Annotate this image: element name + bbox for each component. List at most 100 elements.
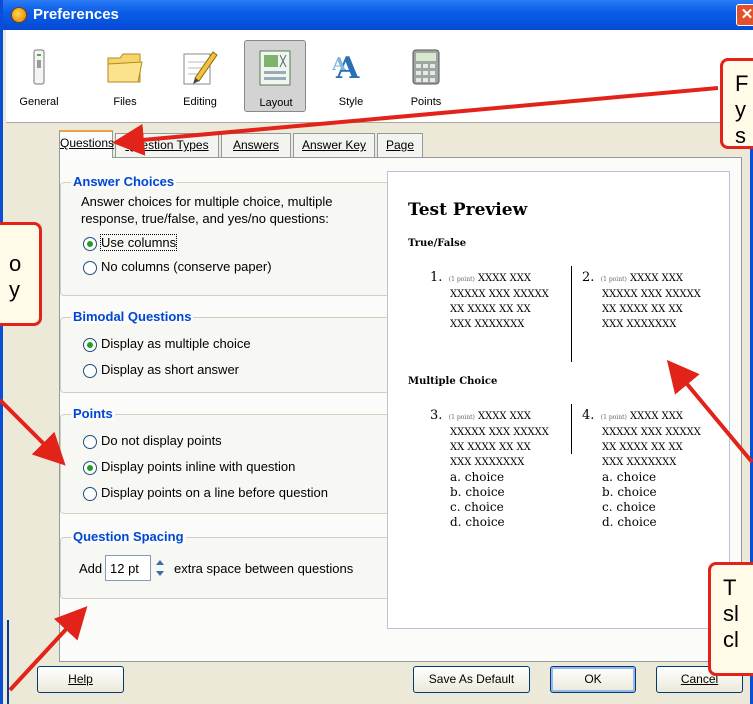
choice-letter: d. (450, 515, 462, 529)
spacing-spinner[interactable] (152, 555, 168, 581)
preview-title: Test Preview (408, 200, 528, 220)
question-points: (1 point) (448, 414, 475, 421)
radio-dot (83, 261, 97, 275)
app-icon (11, 7, 27, 23)
radio-label: Display as short answer (101, 362, 239, 377)
question-number: 1. (430, 270, 443, 285)
toolbar-label: Style (338, 96, 364, 108)
points-title: Points (71, 406, 115, 421)
question-text: XXXXX XXX XXXXX (450, 427, 549, 438)
question-text: XXX XXXXXXX (450, 457, 525, 468)
choice-letter: b. (450, 485, 462, 499)
style-icon: AA (332, 51, 360, 86)
question-spacing-group: Question Spacing Add extra space between… (60, 529, 390, 599)
question-text: XX XXXX XX XX (450, 442, 531, 453)
calculator-icon (412, 49, 440, 85)
spinner-arrows-icon (156, 560, 164, 576)
tab-answer-key[interactable]: Answer Key (293, 133, 375, 157)
choice-letter: c. (450, 500, 461, 514)
spacing-input[interactable] (105, 555, 151, 581)
choice-text: choice (465, 485, 505, 499)
toolbar-layout[interactable]: Layout (244, 40, 306, 112)
choice-text: choice (617, 485, 657, 499)
choice-text: choice (616, 470, 657, 484)
radio-label: Display points inline with question (101, 459, 296, 474)
toolbar-label: Layout (259, 97, 293, 109)
button-label: OK (584, 672, 602, 686)
choice-text: choice (464, 470, 505, 484)
toolbar-label: Points (410, 96, 442, 108)
category-toolbar: General Files Editing Layout AA Style Po… (6, 30, 753, 123)
radio-dot (83, 364, 97, 378)
preview-section-multiple-choice: Multiple Choice (408, 376, 498, 387)
question-text: XX XXXX XX XX (602, 304, 683, 315)
questions-panel: Answer Choices Answer choices for multip… (59, 157, 742, 662)
toolbar-general[interactable]: General (8, 40, 70, 112)
preview-section-true-false: True/False (408, 238, 467, 249)
points-group: Points Do not display points Display poi… (60, 406, 390, 514)
toolbar-points[interactable]: Points (395, 40, 457, 112)
tab-question-types[interactable]: Question Types (115, 133, 219, 157)
question-points: (1 point) (600, 414, 627, 421)
column-divider (571, 266, 572, 362)
button-label: Help (68, 672, 93, 686)
test-preview: Test Preview True/False Multiple Choice … (387, 171, 730, 629)
question-text: XXX XXXXXXX (450, 319, 525, 330)
choice-letter: d. (602, 515, 614, 529)
folder-icon (107, 53, 143, 83)
bimodal-title: Bimodal Questions (71, 309, 194, 324)
question-text: XXXX XXX (630, 273, 684, 284)
preview-question: 2. (1 point) XXXX XXX XXXXX XXX XXXXX XX… (582, 270, 701, 332)
question-text: XX XXXX XX XX (450, 304, 531, 315)
callout-top-right: F y s (720, 58, 753, 149)
question-text: XXXXX XXX XXXXX (602, 289, 701, 300)
layout-icon (259, 50, 291, 86)
window-title: Preferences (33, 6, 119, 23)
choice-text: choice (464, 500, 504, 514)
callout-bottom-right: T sl cl (708, 562, 753, 676)
choice-letter: c. (602, 500, 613, 514)
radio-dot (83, 487, 97, 501)
title-bar[interactable]: Preferences ✕ (3, 0, 753, 30)
bimodal-group: Bimodal Questions Display as multiple ch… (60, 309, 390, 393)
toolbar-style[interactable]: AA Style (320, 40, 382, 112)
tab-answers[interactable]: Answers (221, 133, 291, 157)
button-label: Save As Default (428, 672, 515, 686)
question-text: XXX XXXXXXX (602, 319, 677, 330)
radio-label: Display as multiple choice (101, 336, 251, 351)
column-divider (571, 404, 572, 454)
choice-text: choice (616, 500, 656, 514)
question-text: XXXX XXX (478, 273, 532, 284)
general-icon (33, 49, 45, 85)
radio-label: Do not display points (101, 433, 222, 448)
question-text: XXXXX XXX XXXXX (602, 427, 701, 438)
choice-text: choice (617, 515, 657, 529)
save-as-default-button[interactable]: Save As Default (413, 666, 530, 693)
preview-question: 4. (1 point) XXXX XXX XXXXX XXX XXXXX XX… (582, 408, 701, 530)
ok-button[interactable]: OK (550, 666, 636, 693)
toolbar-editing[interactable]: Editing (169, 40, 231, 112)
toolbar-label: Files (113, 96, 137, 108)
choice-letter: b. (602, 485, 614, 499)
spacing-suffix: extra space between questions (174, 561, 354, 576)
toolbar-files[interactable]: Files (94, 40, 156, 112)
radio-dot (83, 237, 97, 251)
pencil-icon (183, 51, 218, 85)
question-number: 3. (430, 408, 443, 423)
radio-label: Use columns (99, 234, 178, 251)
help-button[interactable]: Help (37, 666, 124, 693)
spacing-prefix: Add (79, 561, 103, 576)
preview-question: 1. (1 point) XXXX XXX XXXXX XXX XXXXX XX… (430, 270, 549, 332)
answer-choices-title: Answer Choices (71, 174, 177, 189)
tab-page[interactable]: Page (377, 133, 423, 157)
toolbar-label: Editing (183, 96, 217, 108)
radio-label: No columns (conserve paper) (101, 259, 272, 274)
close-button[interactable]: ✕ (736, 4, 753, 26)
question-number: 4. (582, 408, 595, 423)
desc-line: response, true/false, and yes/no questio… (81, 211, 329, 226)
tab-questions[interactable]: Questions (59, 130, 114, 158)
callout-left: o y (0, 222, 42, 326)
choice-text: choice (465, 515, 505, 529)
question-text: XXXX XXX (630, 411, 684, 422)
radio-dot (83, 435, 97, 449)
